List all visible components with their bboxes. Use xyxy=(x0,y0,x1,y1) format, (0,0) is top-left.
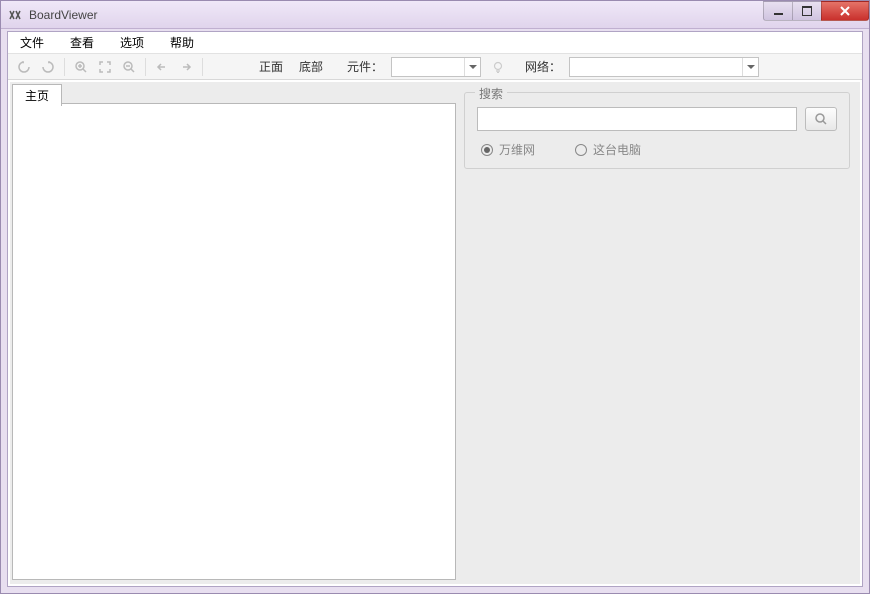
chevron-down-icon xyxy=(742,58,758,76)
menu-file[interactable]: 文件 xyxy=(14,32,50,53)
client-area: 文件 查看 选项 帮助 正面 底部 元件： 网络： xyxy=(7,31,863,587)
toolbar: 正面 底部 元件： 网络： xyxy=(8,54,862,80)
bottom-side-button[interactable]: 底部 xyxy=(293,56,329,77)
home-tab-body xyxy=(12,103,456,580)
toolbar-separator xyxy=(145,58,146,76)
search-icon xyxy=(814,112,828,126)
maximize-button[interactable] xyxy=(792,1,822,21)
component-combo[interactable] xyxy=(391,57,481,77)
window-title: BoardViewer xyxy=(29,8,97,22)
arrow-right-icon[interactable] xyxy=(176,57,196,77)
search-group: 搜索 万维网 这台电脑 xyxy=(464,92,850,169)
radio-icon xyxy=(575,144,587,156)
radio-web-label: 万维网 xyxy=(499,141,535,158)
tab-home[interactable]: 主页 xyxy=(12,84,62,106)
left-pane: 主页 xyxy=(10,82,460,584)
search-input[interactable] xyxy=(477,107,797,131)
bulb-icon[interactable] xyxy=(489,58,507,76)
app-icon xyxy=(7,7,23,23)
radio-web[interactable]: 万维网 xyxy=(481,141,535,158)
chevron-down-icon xyxy=(464,58,480,76)
radio-local-label: 这台电脑 xyxy=(593,141,641,158)
search-group-label: 搜索 xyxy=(475,85,507,102)
menu-help[interactable]: 帮助 xyxy=(164,32,200,53)
zoom-in-icon[interactable] xyxy=(71,57,91,77)
front-side-button[interactable]: 正面 xyxy=(253,56,289,77)
component-label: 元件： xyxy=(347,58,383,75)
zoom-out-icon[interactable] xyxy=(119,57,139,77)
minimize-button[interactable] xyxy=(763,1,793,21)
toolbar-separator xyxy=(64,58,65,76)
rotate-cw-icon[interactable] xyxy=(38,57,58,77)
arrow-left-icon[interactable] xyxy=(152,57,172,77)
titlebar[interactable]: BoardViewer xyxy=(1,1,869,29)
menu-view[interactable]: 查看 xyxy=(64,32,100,53)
net-combo[interactable] xyxy=(569,57,759,77)
search-button[interactable] xyxy=(805,107,837,131)
net-label: 网络： xyxy=(525,58,561,75)
right-pane: 搜索 万维网 这台电脑 xyxy=(460,82,860,584)
app-window: BoardViewer 文件 查看 选项 帮助 xyxy=(0,0,870,594)
toolbar-separator xyxy=(202,58,203,76)
menubar: 文件 查看 选项 帮助 xyxy=(8,32,862,54)
close-button[interactable] xyxy=(821,1,869,21)
radio-icon xyxy=(481,144,493,156)
content-area: 主页 搜索 万维网 xyxy=(10,82,860,584)
rotate-ccw-icon[interactable] xyxy=(14,57,34,77)
radio-local[interactable]: 这台电脑 xyxy=(575,141,641,158)
menu-options[interactable]: 选项 xyxy=(114,32,150,53)
zoom-fit-icon[interactable] xyxy=(95,57,115,77)
